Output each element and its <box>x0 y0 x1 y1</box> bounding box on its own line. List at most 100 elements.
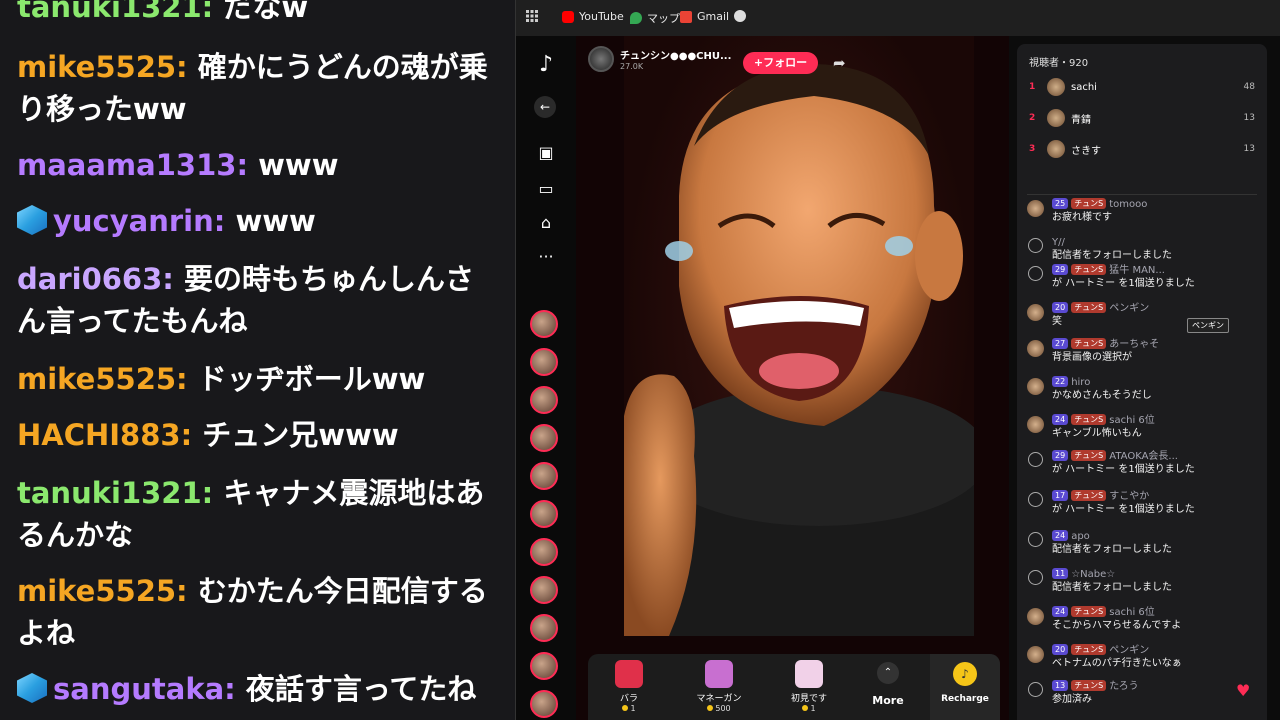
recharge-label: Recharge <box>941 694 989 704</box>
chat-message: tanuki1321: キャナメ震源地はあ <box>17 476 485 510</box>
message-username[interactable]: tomooo <box>1109 199 1147 210</box>
live-tv-icon[interactable]: ▣ <box>534 140 558 164</box>
heart-icon[interactable]: ♥ <box>1236 681 1250 700</box>
level-badge: 24 <box>1052 530 1069 541</box>
level-badge: 27 <box>1052 338 1069 349</box>
chat-username[interactable]: yucyanrin <box>53 204 214 238</box>
message-text: が ハートミー を1個送りました <box>1052 504 1195 515</box>
message-username[interactable]: たろう <box>1109 681 1138 692</box>
message-username[interactable]: あーちゃそ <box>1109 339 1159 350</box>
globe-icon[interactable] <box>734 10 746 22</box>
chat-username[interactable]: HACHI883 <box>17 418 181 452</box>
message-body: 11 ☆Nabe☆ 配信者をフォローしました <box>1052 568 1257 594</box>
chat-text: チュン兄www <box>202 418 399 452</box>
chat-text: www <box>258 148 339 182</box>
live-stream-avatar[interactable] <box>530 462 558 490</box>
viewer-name: さきす <box>1071 145 1101 157</box>
message-text: かなめさんもそうだし <box>1052 390 1152 401</box>
bookmarks-bar: YouTube マップ Gmail <box>516 0 1280 36</box>
coin-icon <box>622 705 629 711</box>
live-stream-avatar[interactable] <box>530 614 558 642</box>
chat-message: mike5525: むかたん今日配信する <box>17 574 488 608</box>
chat-username[interactable]: mike5525 <box>17 362 176 396</box>
share-icon[interactable]: ➦ <box>833 54 846 72</box>
message-username[interactable]: ペンギン <box>1109 303 1149 314</box>
message-body: 22 hiro かなめさんもそうだし <box>1052 376 1257 402</box>
message-text: 配信者をフォローしました <box>1052 582 1172 593</box>
gift-icon <box>1028 492 1043 507</box>
message-username[interactable]: apo <box>1071 531 1090 542</box>
chat-text: り移ったww <box>17 92 187 126</box>
coin-icon <box>802 705 809 711</box>
message-body: 20 チュンS ペンギン ベトナムのパチ行きたいなぁ <box>1052 644 1257 670</box>
message-username[interactable]: sachi 6位 <box>1109 415 1155 426</box>
message-text: 笑 <box>1052 316 1062 327</box>
recharge-button[interactable]: ♪ Recharge <box>930 654 1000 720</box>
message-username[interactable]: 猛牛 MAN... <box>1109 265 1165 276</box>
message-text: 配信者をフォローしました <box>1052 250 1172 261</box>
chat-username[interactable]: dari0663 <box>17 262 162 296</box>
live-stream-avatar[interactable] <box>530 690 558 718</box>
viewer-count[interactable]: 視聴者・920 <box>1029 54 1088 69</box>
live-stream-avatar[interactable] <box>530 348 558 376</box>
live-video-area[interactable]: チュンシン●●●CHU... 27.0K +フォロー ➦ バラ 1 マネーガン 500… <box>576 36 1009 720</box>
bookmark-gmail-label: Gmail <box>697 10 730 23</box>
message-username[interactable]: ペンギン <box>1109 645 1149 656</box>
gift-item[interactable]: 初見です 1 <box>774 660 844 713</box>
message-username[interactable]: すこやか <box>1109 491 1149 502</box>
follow-button[interactable]: +フォロー <box>743 52 818 74</box>
home-icon[interactable]: ⌂ <box>534 210 558 234</box>
message-username[interactable]: Y// <box>1052 237 1065 248</box>
chat-username[interactable]: tanuki1321 <box>17 0 202 24</box>
message-username[interactable]: ATAOKA会長... <box>1109 451 1178 462</box>
message-username[interactable]: ☆Nabe☆ <box>1071 569 1115 580</box>
bookmark-maps[interactable]: マップ <box>630 10 680 26</box>
level-badge: 11 <box>1052 568 1069 579</box>
bookmark-youtube[interactable]: YouTube <box>562 10 624 23</box>
video-camera-icon[interactable]: ▭ <box>534 176 558 200</box>
gift-name: マネーガン <box>696 694 742 704</box>
tiktok-logo-icon[interactable]: ♪ <box>534 52 558 77</box>
live-stream-avatar[interactable] <box>530 576 558 604</box>
chat-message: dari0663: 要の時もちゅんしんさ <box>17 262 475 296</box>
more-dots-icon[interactable]: ··· <box>534 244 558 268</box>
live-stream-avatar[interactable] <box>530 386 558 414</box>
more-gifts-button[interactable]: ⌃ More <box>868 662 908 707</box>
chat-username[interactable]: maaama1313 <box>17 148 236 182</box>
gift-price: 1 <box>594 704 664 713</box>
message-text: お疲れ様です <box>1052 212 1112 223</box>
avatar <box>1027 378 1044 395</box>
apps-icon[interactable] <box>526 10 538 22</box>
avatar <box>1047 140 1065 158</box>
top-viewer-row[interactable]: 2 青錆 13 <box>1029 107 1255 129</box>
message-username[interactable]: sachi 6位 <box>1109 607 1155 618</box>
gift-icon <box>1028 238 1043 253</box>
host-info[interactable]: チュンシン●●●CHU... 27.0K <box>588 46 731 72</box>
fan-badge: チュンS <box>1071 644 1107 655</box>
live-stream-avatar[interactable] <box>530 310 558 338</box>
gift-item[interactable]: バラ 1 <box>594 660 664 713</box>
top-viewer-row[interactable]: 3 さきす 13 <box>1029 138 1255 160</box>
level-badge: 24 <box>1052 414 1069 425</box>
divider <box>1027 194 1257 195</box>
chat-username[interactable]: sangutaka <box>53 672 224 706</box>
live-stream-avatar[interactable] <box>530 652 558 680</box>
back-arrow-icon[interactable]: ← <box>534 96 556 118</box>
message-body: 17 チュンS すこやかが ハートミー を1個送りました <box>1052 490 1257 516</box>
live-stream-avatar[interactable] <box>530 500 558 528</box>
chat-text: 確かにうどんの魂が乗 <box>197 50 488 84</box>
message-username[interactable]: hiro <box>1071 377 1090 388</box>
top-viewer-row[interactable]: 1 sachi 48 <box>1029 76 1255 98</box>
live-stream-avatar[interactable] <box>530 424 558 452</box>
live-stream-avatar[interactable] <box>530 538 558 566</box>
host-avatar[interactable] <box>588 46 614 72</box>
bookmark-gmail[interactable]: Gmail <box>680 10 729 23</box>
chat-text: だなw <box>223 0 309 24</box>
chat-message: tanuki1321: だなw <box>17 0 497 28</box>
gift-item[interactable]: マネーガン 500 <box>684 660 754 713</box>
coin-icon: ♪ <box>953 662 977 686</box>
cube-badge-icon <box>17 205 47 235</box>
chat-username[interactable]: mike5525 <box>17 574 176 608</box>
chat-username[interactable]: tanuki1321 <box>17 476 202 510</box>
chat-username[interactable]: mike5525 <box>17 50 176 84</box>
